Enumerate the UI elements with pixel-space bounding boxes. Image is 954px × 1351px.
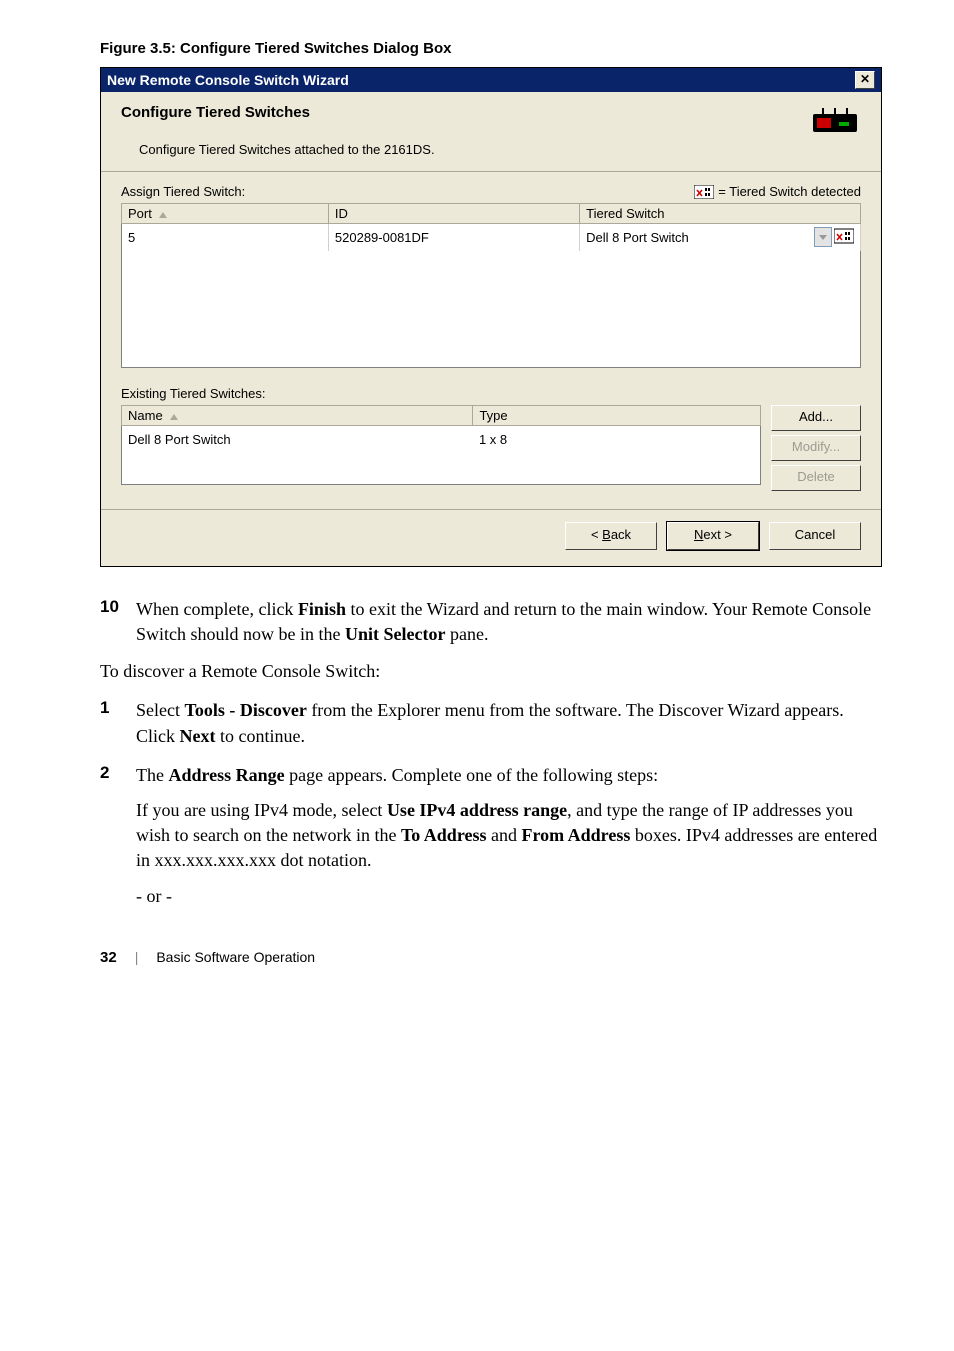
existing-tiered-label: Existing Tiered Switches: bbox=[121, 386, 861, 401]
col-name-label: Name bbox=[128, 408, 163, 423]
page-footer: 32 | Basic Software Operation bbox=[100, 949, 884, 966]
assign-tiered-label: Assign Tiered Switch: bbox=[121, 184, 245, 199]
step-number: 10 bbox=[100, 597, 136, 647]
col-type[interactable]: Type bbox=[473, 406, 761, 426]
legend: = Tiered Switch detected bbox=[694, 184, 861, 199]
step-number: 1 bbox=[100, 698, 136, 748]
dialog-title: New Remote Console Switch Wizard bbox=[107, 72, 349, 88]
tiered-switch-dropdown[interactable] bbox=[814, 227, 832, 247]
titlebar: New Remote Console Switch Wizard ✕ bbox=[101, 68, 881, 92]
switch-device-icon bbox=[809, 104, 861, 136]
step-10-text: When complete, click Finish to exit the … bbox=[136, 597, 884, 647]
step-2-text: The Address Range page appears. Complete… bbox=[136, 763, 884, 909]
delete-button[interactable]: Delete bbox=[771, 465, 861, 491]
modify-button[interactable]: Modify... bbox=[771, 435, 861, 461]
wizard-dialog: New Remote Console Switch Wizard ✕ Confi… bbox=[100, 67, 882, 567]
dialog-header-title: Configure Tiered Switches bbox=[121, 104, 310, 121]
next-button[interactable]: Next > bbox=[667, 522, 759, 550]
tiered-detected-icon bbox=[694, 185, 714, 199]
discover-intro: To discover a Remote Console Switch: bbox=[100, 661, 884, 682]
table-row[interactable]: Dell 8 Port Switch 1 x 8 bbox=[122, 426, 761, 453]
figure-caption: Figure 3.5: Configure Tiered Switches Di… bbox=[100, 40, 884, 57]
existing-tiered-table: Name Type Dell 8 Port Switch bbox=[121, 405, 761, 485]
cell-id: 520289-0081DF bbox=[328, 224, 579, 252]
divider bbox=[101, 171, 881, 172]
tiered-detected-row-icon bbox=[834, 227, 854, 248]
sort-asc-icon bbox=[159, 212, 167, 218]
footer-separator: | bbox=[135, 949, 139, 965]
sort-asc-icon bbox=[170, 414, 178, 420]
col-name[interactable]: Name bbox=[122, 406, 473, 426]
step-1-text: Select Tools - Discover from the Explore… bbox=[136, 698, 884, 748]
cancel-button[interactable]: Cancel bbox=[769, 522, 861, 550]
close-icon: ✕ bbox=[860, 72, 870, 86]
legend-text: = Tiered Switch detected bbox=[718, 184, 861, 199]
dialog-header-subtitle: Configure Tiered Switches attached to th… bbox=[139, 142, 861, 157]
col-port-label: Port bbox=[128, 206, 152, 221]
close-button[interactable]: ✕ bbox=[855, 71, 875, 89]
back-button[interactable]: < Back bbox=[565, 522, 657, 550]
step-number: 2 bbox=[100, 763, 136, 909]
col-tiered-label: Tiered Switch bbox=[586, 206, 664, 221]
assign-tiered-table: Port ID Tiered Switch 5 5202 bbox=[121, 203, 861, 368]
col-id[interactable]: ID bbox=[328, 204, 579, 224]
section-title: Basic Software Operation bbox=[156, 949, 315, 965]
col-type-label: Type bbox=[479, 408, 507, 423]
page-number: 32 bbox=[100, 949, 117, 966]
cell-tiered-switch: Dell 8 Port Switch bbox=[586, 230, 689, 245]
cell-port: 5 bbox=[122, 224, 329, 252]
col-port[interactable]: Port bbox=[122, 204, 329, 224]
table-row[interactable]: 5 520289-0081DF Dell 8 Port Switch bbox=[122, 224, 861, 252]
cell-type: 1 x 8 bbox=[473, 426, 761, 453]
cell-name: Dell 8 Port Switch bbox=[122, 426, 473, 453]
col-tiered[interactable]: Tiered Switch bbox=[580, 204, 861, 224]
add-button[interactable]: Add... bbox=[771, 405, 861, 431]
col-id-label: ID bbox=[335, 206, 348, 221]
